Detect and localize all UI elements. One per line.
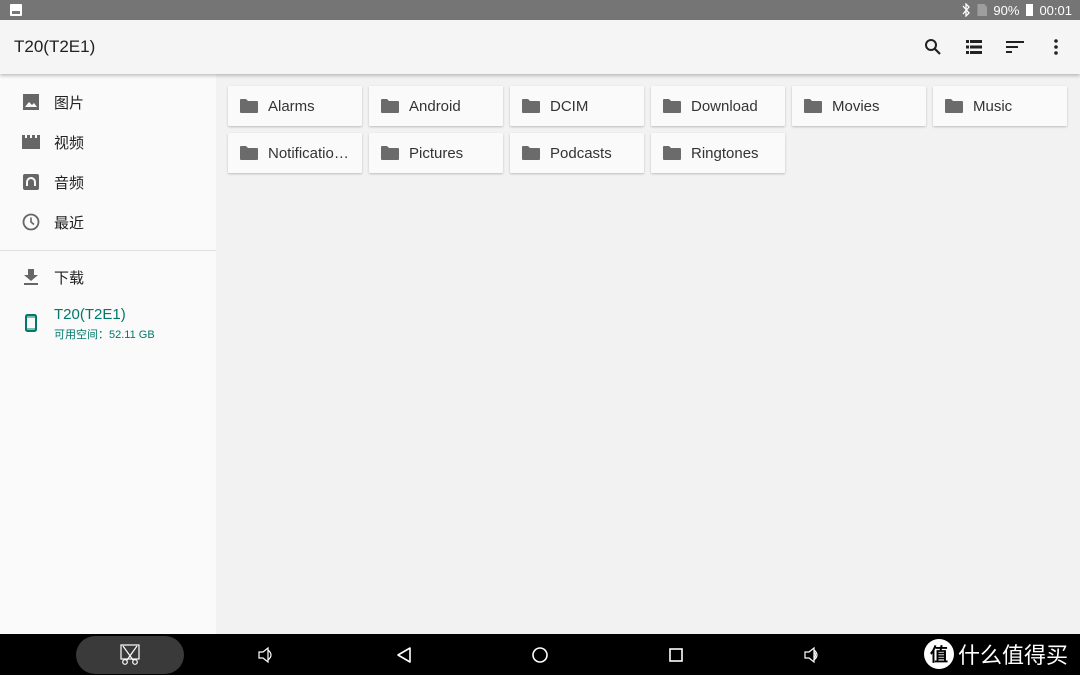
folder-name: Notificatio… xyxy=(268,144,349,162)
home-button[interactable] xyxy=(520,634,560,675)
search-button[interactable] xyxy=(923,35,943,59)
sidebar-item-images[interactable]: 图片 xyxy=(0,82,216,122)
folder-tile[interactable]: Ringtones xyxy=(651,133,785,173)
folder-tile[interactable]: Podcasts xyxy=(510,133,644,173)
storage-free-space: 可用空间：52.11 GB xyxy=(54,329,155,341)
sidebar-item-label: 最近 xyxy=(54,214,85,232)
folder-name: Android xyxy=(409,97,461,115)
watermark: 值 什么值得买 xyxy=(923,635,1068,673)
folder-tile[interactable]: DCIM xyxy=(510,86,644,126)
folder-icon xyxy=(381,146,399,160)
folder-tile[interactable]: Alarms xyxy=(228,86,362,126)
audio-icon xyxy=(22,173,40,191)
folder-name: Download xyxy=(691,97,758,115)
folder-icon xyxy=(804,99,822,113)
folder-name: Music xyxy=(973,97,1013,115)
bluetooth-icon xyxy=(962,3,971,17)
folder-name: DCIM xyxy=(550,97,589,115)
folder-tile[interactable]: Notificatio… xyxy=(228,133,362,173)
no-sim-icon xyxy=(977,4,988,16)
video-icon xyxy=(22,133,40,151)
watermark-logo: 值 xyxy=(923,639,954,669)
image-icon xyxy=(22,93,40,111)
folder-icon xyxy=(522,99,540,113)
screenshot-button[interactable] xyxy=(76,636,184,674)
folder-icon xyxy=(240,146,258,160)
list-view-button[interactable] xyxy=(964,35,984,59)
more-options-button[interactable] xyxy=(1046,35,1066,59)
sidebar-divider xyxy=(0,250,216,251)
folder-tile[interactable]: Android xyxy=(369,86,503,126)
folder-tile[interactable]: Movies xyxy=(792,86,926,126)
sidebar-item-label: 下载 xyxy=(54,269,85,287)
home-icon xyxy=(532,646,548,663)
folder-icon xyxy=(663,99,681,113)
watermark-text: 什么值得买 xyxy=(957,643,1068,668)
download-icon xyxy=(22,268,40,286)
back-button[interactable] xyxy=(384,634,424,675)
phone-icon xyxy=(22,314,40,332)
folder-tile[interactable]: Download xyxy=(651,86,785,126)
clock-time: 00:01 xyxy=(1039,2,1072,18)
volume-down-icon xyxy=(258,646,272,663)
volume-down-button[interactable] xyxy=(246,634,288,675)
folder-tile[interactable]: Pictures xyxy=(369,133,503,173)
sidebar-item-label: 音频 xyxy=(54,174,85,192)
folder-name: Podcasts xyxy=(550,144,612,162)
recents-icon xyxy=(669,647,683,662)
more-vert-icon xyxy=(1054,39,1058,55)
sidebar-item-device-storage[interactable]: T20(T2E1) 可用空间：52.11 GB xyxy=(0,306,216,346)
system-nav-bar: 值 什么值得买 xyxy=(0,634,1080,675)
sort-icon xyxy=(1006,41,1024,53)
volume-up-icon xyxy=(804,646,818,663)
sidebar-item-audio[interactable]: 音频 xyxy=(0,162,216,202)
clock-icon xyxy=(22,213,40,231)
folder-tile[interactable]: Music xyxy=(933,86,1067,126)
sidebar-item-label: 图片 xyxy=(54,94,85,112)
status-bar: 90% 00:01 xyxy=(0,0,1080,20)
image-notification-icon xyxy=(10,4,22,16)
screenshot-icon xyxy=(120,644,140,665)
folder-name: Alarms xyxy=(268,97,315,115)
folder-name: Movies xyxy=(832,97,880,115)
page-title: T20(T2E1) xyxy=(14,37,96,56)
battery-icon xyxy=(1026,4,1034,16)
folder-icon xyxy=(240,99,258,113)
battery-percent: 90% xyxy=(993,2,1020,18)
back-icon xyxy=(397,646,411,663)
sidebar-item-label: 视频 xyxy=(54,134,85,152)
folder-icon xyxy=(522,146,540,160)
folder-name: Ringtones xyxy=(691,144,759,162)
recents-button[interactable] xyxy=(656,634,696,675)
folder-grid: Alarms Android DCIM Download Movies Musi… xyxy=(216,74,1080,634)
sidebar-item-downloads[interactable]: 下载 xyxy=(0,257,216,297)
sidebar-item-recent[interactable]: 最近 xyxy=(0,202,216,242)
search-icon xyxy=(925,39,941,55)
folder-icon xyxy=(663,146,681,160)
volume-up-button[interactable] xyxy=(792,634,834,675)
folder-name: Pictures xyxy=(409,144,464,162)
list-view-icon xyxy=(966,40,982,54)
app-bar: T20(T2E1) xyxy=(0,20,1080,74)
sidebar: 图片 视频 音频 最近 下载 T20(T2E1) 可用空间：52.11 GB xyxy=(0,74,216,634)
folder-icon xyxy=(945,99,963,113)
sidebar-item-videos[interactable]: 视频 xyxy=(0,122,216,162)
sort-button[interactable] xyxy=(1005,35,1025,59)
storage-label: T20(T2E1) xyxy=(54,306,126,323)
folder-icon xyxy=(381,99,399,113)
